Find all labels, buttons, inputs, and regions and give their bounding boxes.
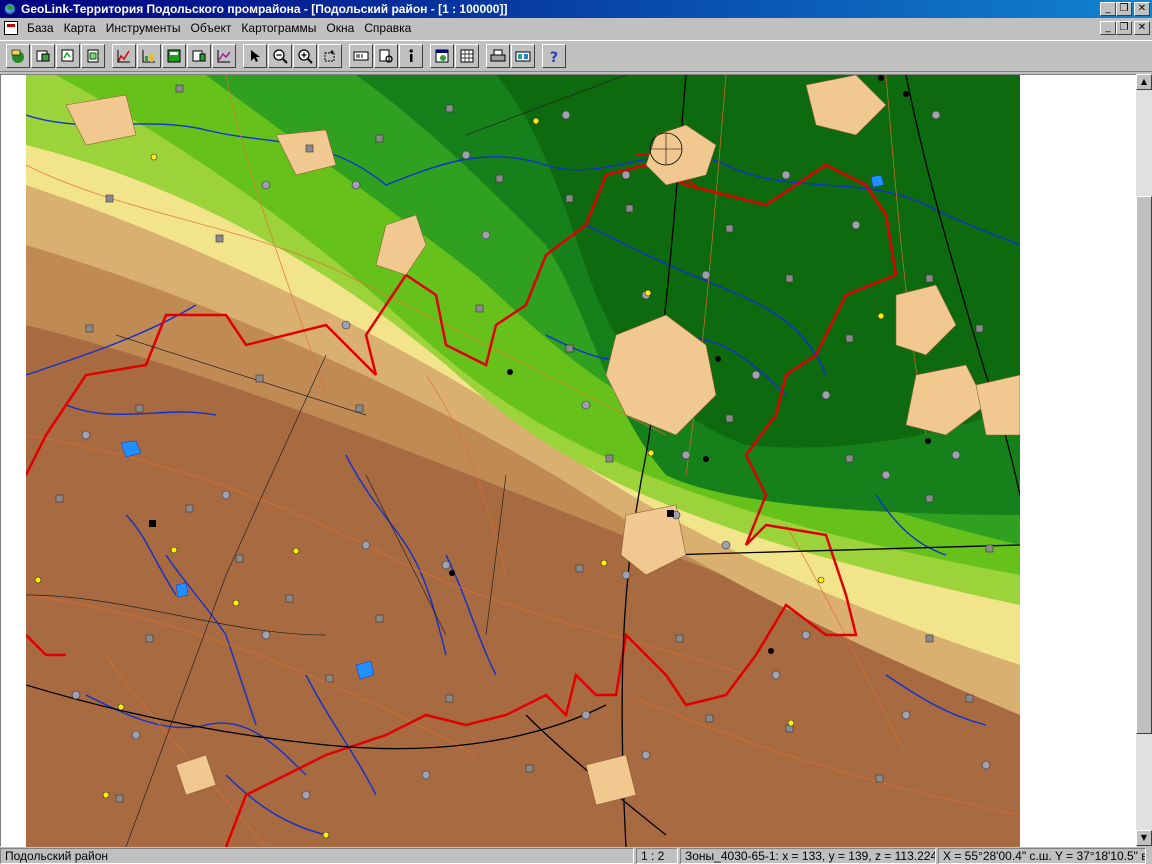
table-button[interactable] [162,44,186,68]
legend-icon [192,50,206,62]
status-bar: Подольский район 1 : 2 Зоны_4030-65-1: x… [0,848,1152,864]
map-svg[interactable] [26,75,1020,847]
select-object-icon [379,49,393,63]
help-button[interactable]: ? [542,44,566,68]
print-icon [490,49,506,62]
map-properties-button[interactable] [56,44,80,68]
label-button[interactable] [349,44,373,68]
zoom-rect-icon [324,50,335,62]
zoom-out-button[interactable] [268,44,292,68]
vertical-scrollbar[interactable]: ▲ ▼ [1136,74,1152,846]
toolbar: ? [0,40,1152,72]
menu-instrumenty[interactable]: Инструменты [101,21,186,35]
open-map-icon [11,49,24,63]
minimize-button[interactable]: _ [1100,2,1116,16]
save-map-button[interactable] [31,44,55,68]
open-map-button[interactable] [6,44,30,68]
status-zone: Зоны_4030-65-1: x = 133, y = 139, z = 11… [680,848,936,864]
pointer-button[interactable] [243,44,267,68]
status-layer: Подольский район [0,848,634,864]
close-button[interactable]: ✕ [1134,2,1150,16]
mdi-minimize-button[interactable]: _ [1100,21,1116,35]
zoom-out-icon [273,49,288,64]
grid-symbol [649,132,683,166]
save-map-icon [36,50,50,62]
info-button[interactable] [399,44,423,68]
diagram-icon [217,50,231,63]
new-window-button[interactable] [430,44,454,68]
scroll-down-button[interactable]: ▼ [1136,830,1152,846]
mdi-restore-button[interactable]: ❐ [1116,21,1132,35]
diagram-button[interactable] [212,44,236,68]
grid-icon [460,49,474,63]
menu-bar: База Карта Инструменты Объект Картограмм… [0,18,1152,38]
menu-obekt[interactable]: Объект [186,21,237,35]
export-icon [515,51,531,62]
layers-icon [87,49,99,63]
chart-icon [117,50,130,63]
edit-chart-button[interactable] [137,44,161,68]
zoom-in-icon [298,49,313,64]
table-icon [167,49,181,63]
title-bar: GeoLink-Территория Подольского промрайон… [0,0,1152,18]
menu-spravka[interactable]: Справка [359,21,416,35]
grid-button[interactable] [455,44,479,68]
help-icon: ? [550,50,558,64]
menu-okna[interactable]: Окна [321,21,359,35]
zoom-rect-button[interactable] [318,44,342,68]
restore-button[interactable]: ❐ [1116,2,1132,16]
map-window [0,74,1137,847]
status-scale: 1 : 2 [636,848,678,864]
pointer-icon [251,50,260,62]
select-object-button[interactable] [374,44,398,68]
label-icon [353,51,369,61]
layers-button[interactable] [81,44,105,68]
export-button[interactable] [511,44,535,68]
menu-baza[interactable]: База [22,21,59,35]
map-properties-icon [61,49,74,62]
chart-button[interactable] [112,44,136,68]
document-icon[interactable] [4,21,18,35]
window-title: GeoLink-Территория Подольского промрайон… [21,2,508,16]
mdi-close-button[interactable]: ✕ [1134,21,1150,35]
print-button[interactable] [486,44,510,68]
scroll-thumb[interactable] [1136,196,1152,734]
scroll-up-button[interactable]: ▲ [1136,74,1152,90]
edit-chart-icon [142,50,155,63]
zoom-in-button[interactable] [293,44,317,68]
info-icon [409,49,413,62]
menu-kartogrammy[interactable]: Картограммы [236,21,321,35]
app-globe-icon [2,1,18,17]
status-coordinates: X = 55°28'00.4" с.ш. Y = 37°18'10.5" в.д… [938,848,1146,864]
svg-text:?: ? [550,50,558,64]
legend-button[interactable] [187,44,211,68]
menu-karta[interactable]: Карта [59,21,101,35]
map-canvas[interactable] [26,75,1020,847]
new-window-icon [435,49,449,63]
